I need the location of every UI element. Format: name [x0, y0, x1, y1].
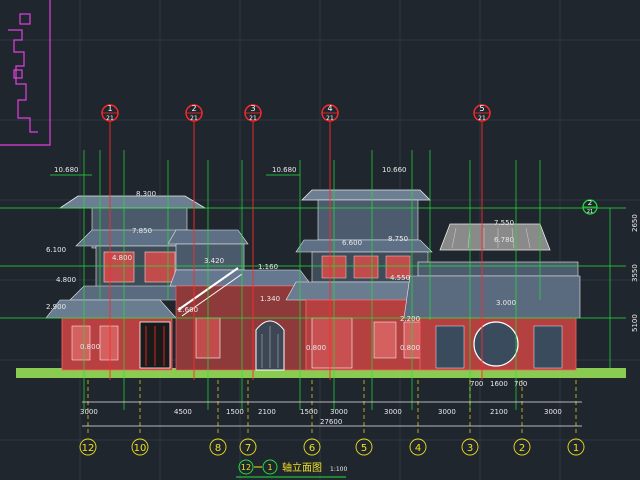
key-plan [0, 0, 51, 146]
axis-label-3: 7 [245, 443, 251, 454]
bottom-dim-6: 3000 [384, 408, 402, 416]
axis-label-1: 10 [134, 443, 147, 454]
axis-label-6: 4 [415, 443, 421, 454]
elevation-mid-left-0: 8.300 [136, 190, 156, 198]
elevation-left-3: 2.900 [46, 303, 66, 311]
elevation-mid-right-0: 10.660 [382, 166, 407, 174]
elevation-mid-right-3: 2.200 [400, 315, 420, 323]
side-dim-2: 5100 [631, 314, 639, 332]
drawing-title: 12 1 轴立面图 1:100 [236, 459, 347, 478]
bottom-dim-4: 1500 [300, 408, 318, 416]
axis-label-9: 1 [573, 443, 579, 454]
section-mark-3-num: 4 [327, 104, 332, 113]
title-axis-end: 1 [267, 463, 272, 472]
side-dim-0: 2650 [631, 214, 639, 232]
elevation-center-0: 10.680 [272, 166, 297, 174]
axis-label-2: 8 [215, 443, 221, 454]
bottom-dim-5: 3000 [330, 408, 348, 416]
section-mark-3-sub: 21 [326, 115, 334, 122]
bottom-dim-0: 3000 [80, 408, 98, 416]
axis-label-0: 12 [82, 443, 95, 454]
elevation-mid-left-5: 1.160 [258, 263, 278, 271]
section-mark-5-sub: 21 [587, 209, 593, 215]
elevation-left-4: 0.800 [80, 343, 100, 351]
section-mark-4-sub: 21 [478, 115, 486, 122]
elevation-right-0: 7.550 [494, 219, 514, 227]
side-dim-1: 3550 [631, 264, 639, 282]
elevation-mid-left-6: 1.340 [260, 295, 280, 303]
elevation-mid-right-2: 4.550 [390, 274, 410, 282]
elevation-drawing: 10.680 6.100 4.800 2.900 0.800 8.300 7.8… [0, 0, 640, 480]
elevation-left-2: 4.800 [56, 276, 76, 284]
axis-label-5: 5 [361, 443, 367, 454]
elevation-right-1: 6.780 [494, 236, 514, 244]
elevation-mid-left-4: 2.600 [178, 306, 198, 314]
axis-label-8: 2 [519, 443, 525, 454]
section-mark-0-num: 1 [107, 104, 112, 113]
section-mark-1-sub: 21 [190, 115, 198, 122]
building-right [403, 223, 581, 371]
elevation-mid-right-4: 0.800 [400, 344, 420, 352]
bottom-dimension-labels: 3000 4500 1500 2100 1500 3000 3000 3000 … [80, 380, 562, 426]
axis-bubbles: 12 10 8 7 6 5 4 3 2 1 [79, 438, 585, 456]
title-scale: 1:100 [330, 466, 347, 473]
elevation-mid-left-1: 7.850 [132, 227, 152, 235]
elevation-mid-left-3: 3.420 [204, 257, 224, 265]
section-mark-0-sub: 21 [106, 115, 114, 122]
elevation-center-1: 6.600 [342, 239, 362, 247]
elevation-mid-right-1: 8.750 [388, 235, 408, 243]
axis-label-4: 6 [309, 443, 315, 454]
elevation-left-0: 10.680 [54, 166, 79, 174]
title-text: 轴立面图 [282, 461, 322, 474]
elevation-center-2: 0.800 [306, 344, 326, 352]
bottom-dim-2: 1500 [226, 408, 244, 416]
elevation-left-1: 6.100 [46, 246, 66, 254]
bottom-dim-1: 4500 [174, 408, 192, 416]
gable-dim-2: 700 [514, 380, 527, 388]
bottom-dim-3: 2100 [258, 408, 276, 416]
section-mark-5-num: 2 [588, 199, 592, 207]
elevation-right-2: 3.000 [496, 299, 516, 307]
gable-dim-1: 1600 [490, 380, 508, 388]
side-dimensions: 2650 3550 5100 [631, 214, 639, 332]
elevation-mid-left-2: 4.800 [112, 254, 132, 262]
section-mark-4-num: 5 [479, 104, 484, 113]
bottom-dim-8: 2100 [490, 408, 508, 416]
title-axis-start: 12 [241, 463, 251, 472]
bottom-dim-9: 3000 [544, 408, 562, 416]
total-dimension: 27600 [320, 418, 342, 426]
bottom-dim-7: 3000 [438, 408, 456, 416]
section-mark-2-num: 3 [250, 104, 255, 113]
gable-dim-0: 700 [470, 380, 483, 388]
axis-label-7: 3 [467, 443, 473, 454]
section-mark-2-sub: 21 [249, 115, 257, 122]
section-mark-1-num: 2 [191, 104, 196, 113]
